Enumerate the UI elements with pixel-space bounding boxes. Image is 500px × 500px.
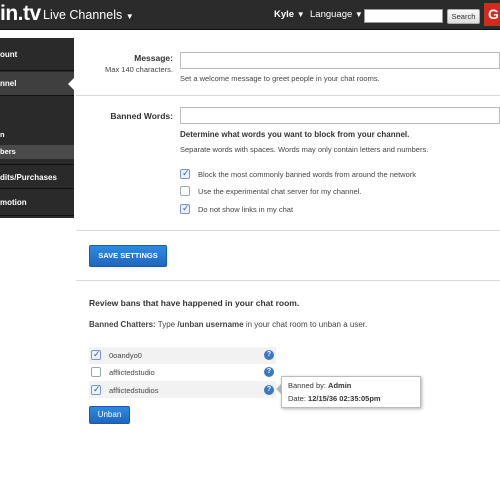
banned-chatters-line: Banned Chatters: Type /unban username in… (89, 320, 367, 329)
red-action-button[interactable]: G (484, 3, 500, 26)
language-menu[interactable]: Language ▼ (310, 9, 363, 20)
tooltip-banned-by: Banned by: Admin (288, 381, 414, 390)
save-settings-button[interactable]: SAVE SETTINGS (89, 245, 167, 267)
banned-words-heading: Determine what words you want to block f… (180, 130, 410, 139)
sidebar-item-account[interactable]: ount (0, 38, 74, 71)
banned-by-value: Admin (328, 381, 352, 390)
block-common-words-checkbox[interactable] (180, 168, 190, 179)
banned-words-input[interactable] (180, 107, 500, 124)
ban-row-checkbox[interactable] (91, 367, 101, 377)
banned-username: afflictedstudios (109, 386, 159, 395)
message-help: Set a welcome message to greet people in… (180, 74, 380, 83)
banned-username: afflictedstudio (109, 368, 155, 377)
banned-username: 0oandyo0 (109, 351, 142, 360)
sidebar-item-label: dits/Purchases (0, 173, 57, 182)
sidebar-item-label: ount (0, 50, 18, 59)
username-label: Kyle (274, 9, 295, 20)
chevron-down-icon: ▼ (125, 12, 134, 21)
sidebar-item-credits[interactable]: dits/Purchases (0, 164, 74, 189)
ban-row-checkbox[interactable] (91, 384, 101, 395)
message-input[interactable] (180, 52, 500, 69)
chevron-down-icon: ▼ (354, 10, 363, 19)
hide-links-label: Do not show links in my chat (198, 205, 294, 214)
unban-button[interactable]: Unban (89, 406, 130, 424)
sidebar-item-label: n (0, 130, 5, 139)
experimental-chat-checkbox[interactable] (180, 186, 190, 196)
message-label: Message: (134, 53, 173, 63)
search-input[interactable] (364, 9, 443, 23)
date-label: Date: (288, 394, 306, 403)
sidebar-item-channel[interactable]: nnel (0, 72, 74, 96)
top-bar: in.tv Live Channels ▼ Kyle ▼ Language ▼ … (0, 0, 500, 30)
live-channels-label: Live Channels (43, 8, 123, 22)
user-menu[interactable]: Kyle ▼ (274, 9, 305, 20)
date-value: 12/15/36 02:35:05pm (308, 394, 381, 403)
search-button[interactable]: Search (447, 9, 480, 24)
sidebar: ount nnel n bers dits/Purchases motion (0, 38, 74, 218)
block-common-words-label: Block the most commonly banned words fro… (198, 170, 417, 179)
bans-heading: Review bans that have happened in your c… (89, 298, 300, 308)
banned-chatters-pre: Type (157, 320, 176, 329)
sidebar-item-promotion[interactable]: motion (0, 190, 74, 216)
chevron-down-icon: ▼ (296, 10, 305, 19)
live-channels-menu[interactable]: Live Channels ▼ (43, 8, 134, 22)
help-icon[interactable]: ? (264, 385, 274, 395)
banned-words-label: Banned Words: (110, 111, 173, 121)
ban-row-checkbox[interactable] (91, 349, 101, 360)
banned-by-label: Banned by: (288, 381, 326, 390)
experimental-chat-label: Use the experimental chat server for my … (198, 187, 362, 196)
ban-info-tooltip: Banned by: Admin Date: 12/15/36 02:35:05… (281, 376, 421, 408)
divider (76, 280, 500, 281)
message-hint: Max 140 characters. (105, 65, 173, 74)
help-icon[interactable]: ? (264, 367, 274, 377)
active-pointer-icon (68, 78, 74, 90)
language-label: Language (310, 9, 353, 20)
site-logo[interactable]: in.tv (0, 2, 41, 26)
unban-command: /unban username (177, 320, 244, 329)
sidebar-item-label: motion (0, 198, 27, 207)
banned-chatters-label: Banned Chatters: (89, 320, 156, 329)
banned-chatters-post: in your chat room to unban a user. (245, 320, 368, 329)
banned-words-help: Separate words with spaces. Words may on… (180, 145, 429, 154)
sidebar-subitem[interactable]: n (0, 128, 74, 142)
divider (76, 230, 500, 231)
sidebar-item-label: nnel (0, 79, 17, 88)
hide-links-checkbox[interactable] (180, 203, 190, 214)
tooltip-date: Date: 12/15/36 02:35:05pm (288, 394, 414, 403)
sidebar-item-label: bers (0, 147, 16, 156)
sidebar-subitem-members[interactable]: bers (0, 145, 74, 159)
divider (76, 95, 500, 96)
help-icon[interactable]: ? (264, 350, 274, 360)
